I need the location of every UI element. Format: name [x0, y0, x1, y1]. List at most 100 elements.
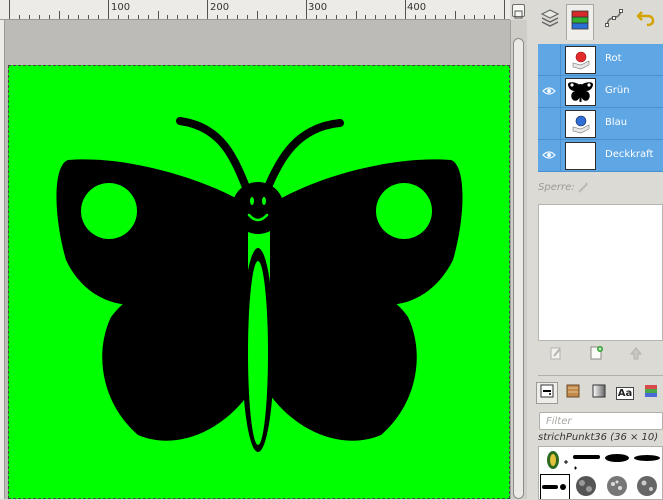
- ruler-label: 300: [308, 2, 328, 13]
- visibility-toggle[interactable]: [538, 76, 561, 107]
- brush-pepper[interactable]: [540, 448, 570, 474]
- selected-brush-name: strichPunkt36 (36 × 10): [538, 432, 659, 443]
- ruler-tick: [177, 15, 178, 19]
- tab-undo-history[interactable]: [632, 6, 660, 34]
- palettes-icon: [643, 383, 659, 403]
- tab-palettes[interactable]: [640, 382, 662, 404]
- ruler-tick: [59, 11, 60, 19]
- butterfly-image: [56, 117, 463, 452]
- ruler-tick: [29, 15, 30, 19]
- ruler-tick: [247, 15, 248, 19]
- filter-placeholder: Filter: [546, 416, 572, 427]
- ruler-tick: [237, 15, 238, 19]
- ruler-tick: [316, 15, 317, 19]
- channels-icon: [569, 9, 591, 37]
- brush-filter-input[interactable]: Filter: [539, 412, 663, 430]
- raise-channel-button[interactable]: [626, 346, 646, 364]
- brush-texture-2[interactable]: [602, 474, 632, 499]
- custom-channels-list[interactable]: [538, 204, 663, 341]
- tab-channels[interactable]: [566, 4, 594, 40]
- channel-thumbnail: [565, 142, 596, 170]
- brush-selected[interactable]: [540, 474, 570, 499]
- gradients-icon: [591, 383, 607, 403]
- channel-thumbnail: [565, 78, 596, 106]
- ruler-label: 400: [407, 2, 427, 13]
- ruler-tick: [356, 11, 357, 19]
- image-canvas-area[interactable]: [5, 20, 510, 499]
- brushes-icon: [539, 383, 555, 403]
- ruler-tick: [217, 15, 218, 19]
- new-channel-button[interactable]: [586, 346, 606, 364]
- horizontal-ruler[interactable]: 100 200 300 400: [0, 0, 510, 20]
- ruler-tick: [336, 15, 337, 19]
- edit-channel-button[interactable]: [546, 346, 566, 364]
- ruler-tick: [207, 0, 208, 19]
- ruler-tick: [504, 0, 505, 19]
- tab-layers[interactable]: [536, 6, 564, 34]
- ruler-tick: [326, 15, 327, 19]
- visibility-toggle[interactable]: [538, 108, 561, 139]
- channel-name: Deckkraft: [605, 149, 654, 160]
- edit-icon: [548, 345, 564, 365]
- zoom-fit-icon[interactable]: [512, 4, 525, 19]
- ruler-tick: [39, 15, 40, 19]
- patterns-icon: [565, 383, 581, 403]
- vertical-scrollbar[interactable]: [510, 20, 527, 499]
- dock-panel: Rot Grün Blau Deckkraft Sperre: Aa Filte…: [528, 0, 663, 500]
- brush-lock-icon[interactable]: [576, 180, 590, 197]
- ruler-tick: [266, 15, 267, 19]
- channel-row-rot[interactable]: Rot: [538, 44, 663, 76]
- tab-patterns[interactable]: [562, 382, 584, 404]
- ruler-tick: [365, 15, 366, 19]
- brushes-panel: Aa Filter strichPunkt36 (36 × 10): [536, 375, 663, 500]
- ruler-tick: [128, 15, 129, 19]
- ruler-label: 100: [111, 2, 131, 13]
- ruler-tick: [464, 15, 465, 19]
- visibility-toggle[interactable]: [538, 44, 561, 75]
- ruler-tick: [425, 15, 426, 19]
- new-channel-icon: [588, 345, 604, 365]
- ruler-tick: [227, 15, 228, 19]
- ruler-tick: [49, 15, 50, 19]
- tab-fonts[interactable]: Aa: [614, 382, 636, 404]
- ruler-tick: [187, 15, 188, 19]
- channel-row-deckkraft[interactable]: Deckkraft: [538, 140, 663, 172]
- image-canvas[interactable]: [8, 65, 510, 499]
- tab-paths[interactable]: [600, 6, 628, 34]
- channel-row-blau[interactable]: Blau: [538, 108, 663, 140]
- fonts-icon: Aa: [615, 386, 635, 400]
- channel-row-gruen[interactable]: Grün: [538, 76, 663, 108]
- brush-stroke-2[interactable]: [602, 448, 632, 474]
- ruler-tick: [375, 15, 376, 19]
- ruler-tick: [346, 15, 347, 19]
- ruler-tick: [474, 15, 475, 19]
- arrow-up-icon: [628, 345, 644, 365]
- ruler-tick: [484, 15, 485, 19]
- ruler-tick: [197, 15, 198, 19]
- ruler-tick: [108, 0, 109, 19]
- ruler-tick: [257, 11, 258, 19]
- dock-tabs: [528, 0, 663, 40]
- scrollbar-thumb[interactable]: [513, 38, 524, 499]
- ruler-tick: [455, 11, 456, 19]
- ruler-tick: [445, 15, 446, 19]
- ruler-tick: [98, 15, 99, 19]
- channel-name: Blau: [605, 117, 628, 128]
- ruler-tick: [385, 15, 386, 19]
- paths-icon: [603, 7, 625, 33]
- tab-gradients[interactable]: [588, 382, 610, 404]
- ruler-tick: [9, 0, 10, 19]
- brush-stroke-3[interactable]: [632, 448, 662, 474]
- brush-texture-3[interactable]: [632, 474, 662, 499]
- ruler-tick: [148, 15, 149, 19]
- tab-brushes[interactable]: [536, 382, 558, 404]
- brush-texture-1[interactable]: [572, 474, 602, 499]
- brush-stroke-1[interactable]: [572, 448, 602, 474]
- eye-icon: [542, 148, 556, 162]
- ruler-tick: [296, 15, 297, 19]
- ruler-tick: [405, 0, 406, 19]
- ruler-tick: [19, 15, 20, 19]
- ruler-tick: [276, 15, 277, 19]
- brush-grid[interactable]: [538, 446, 663, 500]
- visibility-toggle[interactable]: [538, 140, 561, 171]
